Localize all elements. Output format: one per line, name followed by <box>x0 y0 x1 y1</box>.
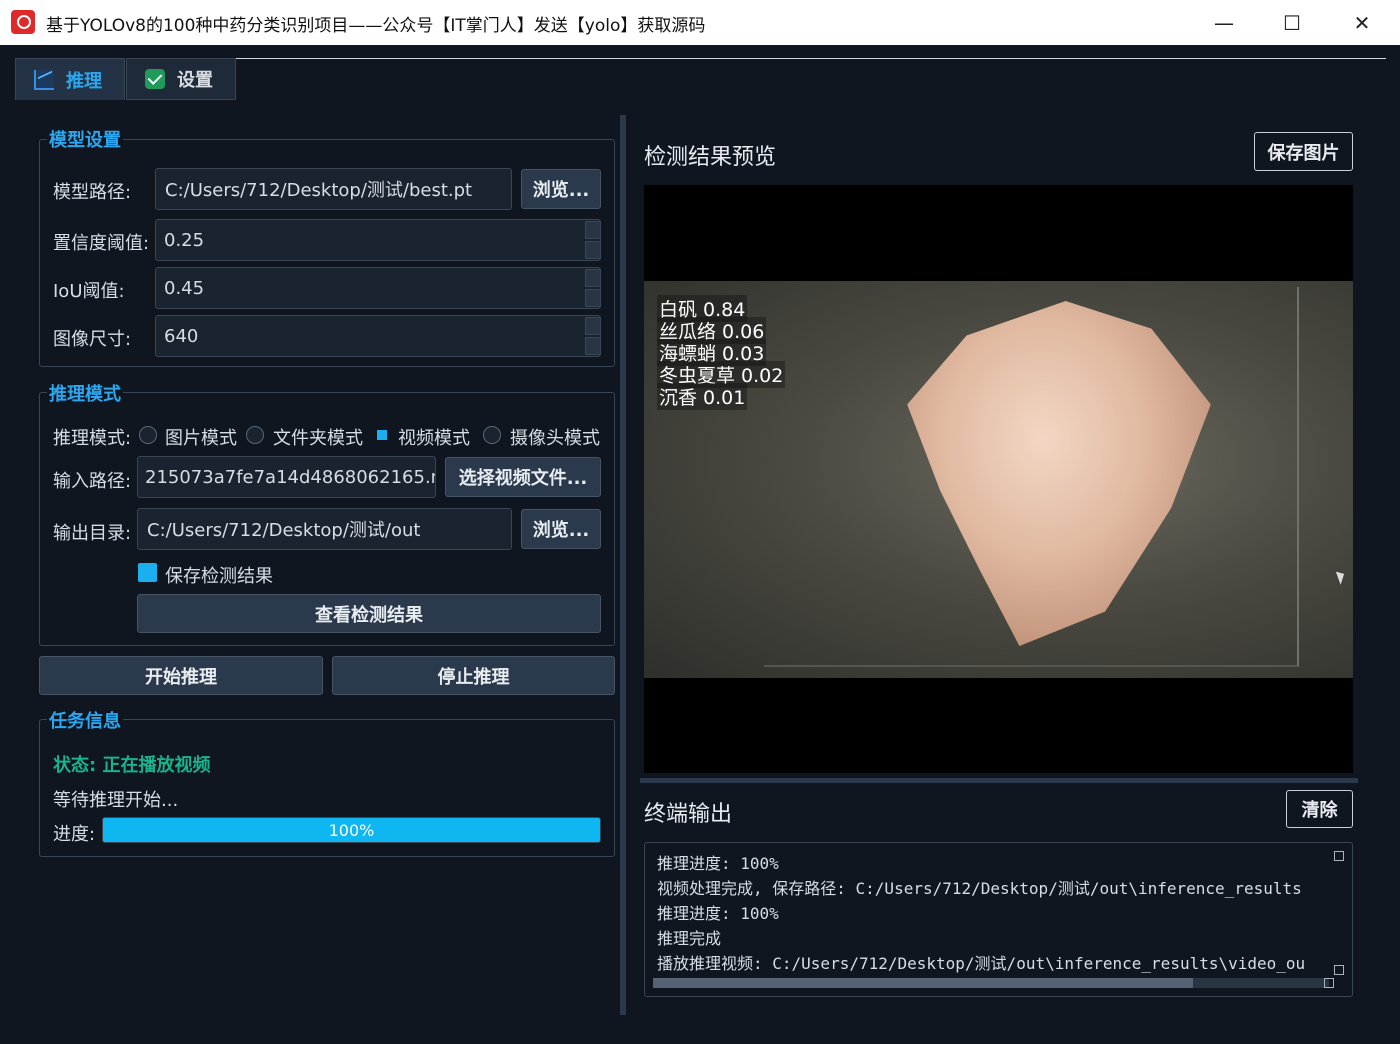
minimize-button[interactable]: — <box>1190 0 1258 45</box>
save-results-label: 保存检测结果 <box>165 566 273 587</box>
input-path-input[interactable]: 215073a7fe7a14d4868062165.mp4 <box>137 456 436 498</box>
preview-area: 白矾 0.84 丝瓜络 0.06 海螵蛸 0.03 冬虫夏草 0.02 沉香 0… <box>644 185 1353 773</box>
terminal-title: 终端输出 <box>644 802 733 827</box>
output-dir-input[interactable]: C:/Users/712/Desktop/测试/out <box>137 508 512 550</box>
progress-text: 100% <box>328 820 375 840</box>
status-text: 状态: 正在播放视频 <box>53 755 211 776</box>
panel-splitter[interactable] <box>620 115 626 1015</box>
horizontal-scroll-thumb[interactable] <box>653 978 1193 988</box>
terminal-vertical-scrollbar[interactable] <box>1334 851 1344 977</box>
scroll-right-icon[interactable] <box>1324 978 1334 988</box>
radio-image-mode[interactable] <box>139 426 157 444</box>
close-button[interactable]: ✕ <box>1328 0 1396 45</box>
model-path-label: 模型路径: <box>53 182 132 203</box>
progress-label: 进度: <box>53 824 96 845</box>
image-size-input[interactable]: 640 <box>155 315 601 357</box>
image-size-spinner[interactable] <box>585 317 601 355</box>
tab-bar-line <box>236 58 1386 59</box>
terminal-line: 推理完成 <box>657 929 722 948</box>
inference-mode-title: 推理模式 <box>47 380 123 406</box>
scroll-down-icon[interactable] <box>1334 965 1344 975</box>
image-mode-label: 图片模式 <box>165 428 237 449</box>
tab-inference[interactable]: 推理 <box>15 58 125 100</box>
camera-mode-label: 摄像头模式 <box>510 428 600 449</box>
folder-mode-label: 文件夹模式 <box>273 428 363 449</box>
status-message: 等待推理开始... <box>53 790 179 811</box>
title-bar: 基于YOLOv8的100种中药分类识别项目——公众号【IT掌门人】发送【yolo… <box>0 0 1400 45</box>
model-settings-title: 模型设置 <box>47 126 123 152</box>
conf-threshold-label: 置信度阈值: <box>53 233 150 254</box>
save-results-checkbox[interactable] <box>138 563 157 582</box>
output-browse-button[interactable]: 浏览... <box>521 509 601 549</box>
tab-inference-label: 推理 <box>66 70 102 92</box>
terminal-line: 推理进度: 100% <box>657 904 779 923</box>
iou-threshold-input[interactable]: 0.45 <box>155 267 601 309</box>
tab-settings-label: 设置 <box>177 70 213 91</box>
save-image-button[interactable]: 保存图片 <box>1254 132 1353 171</box>
check-icon <box>145 69 165 89</box>
select-video-button[interactable]: 选择视频文件... <box>445 457 601 497</box>
mode-label: 推理模式: <box>53 428 132 449</box>
radio-folder-mode[interactable] <box>246 426 264 444</box>
scroll-up-icon[interactable] <box>1334 851 1344 861</box>
maximize-button[interactable]: ☐ <box>1258 0 1326 45</box>
conf-spinner[interactable] <box>585 221 601 259</box>
model-browse-button[interactable]: 浏览... <box>521 169 601 209</box>
terminal-line: 推理进度: 100% <box>657 854 779 873</box>
terminal-horizontal-scrollbar[interactable] <box>653 978 1329 988</box>
progress-bar: 100% <box>102 817 601 843</box>
task-info-title: 任务信息 <box>47 707 123 733</box>
terminal-line: 视频处理完成, 保存路径: C:/Users/712/Desktop/测试/ou… <box>657 879 1302 898</box>
image-size-label: 图像尺寸: <box>53 329 132 350</box>
detection-label: 沉香 0.01 <box>657 383 748 410</box>
chart-icon <box>34 69 54 90</box>
radio-camera-mode[interactable] <box>483 426 501 444</box>
tab-settings[interactable]: 设置 <box>126 58 236 100</box>
output-dir-label: 输出目录: <box>53 523 132 544</box>
terminal-output[interactable]: 推理进度: 100% 视频处理完成, 保存路径: C:/Users/712/De… <box>644 842 1353 997</box>
terminal-line: 播放推理视频: C:/Users/712/Desktop/测试/out\infe… <box>657 954 1306 973</box>
stop-inference-button[interactable]: 停止推理 <box>332 656 615 695</box>
video-mode-label: 视频模式 <box>398 428 470 449</box>
mouse-cursor-icon <box>1335 569 1348 585</box>
clear-button[interactable]: 清除 <box>1286 790 1353 828</box>
radio-video-mode[interactable] <box>377 430 387 440</box>
window-title: 基于YOLOv8的100种中药分类识别项目——公众号【IT掌门人】发送【yolo… <box>46 16 706 36</box>
input-path-label: 输入路径: <box>53 471 132 492</box>
view-results-button[interactable]: 查看检测结果 <box>137 594 601 633</box>
vertical-splitter[interactable] <box>640 778 1358 783</box>
app-logo-icon <box>11 10 35 34</box>
model-path-input[interactable]: C:/Users/712/Desktop/测试/best.pt <box>155 168 512 210</box>
start-inference-button[interactable]: 开始推理 <box>39 656 323 695</box>
conf-threshold-input[interactable]: 0.25 <box>155 219 601 261</box>
preview-title: 检测结果预览 <box>644 145 777 170</box>
video-frame: 白矾 0.84 丝瓜络 0.06 海螵蛸 0.03 冬虫夏草 0.02 沉香 0… <box>644 281 1353 678</box>
iou-threshold-label: IoU阈值: <box>53 281 125 302</box>
iou-spinner[interactable] <box>585 269 601 307</box>
